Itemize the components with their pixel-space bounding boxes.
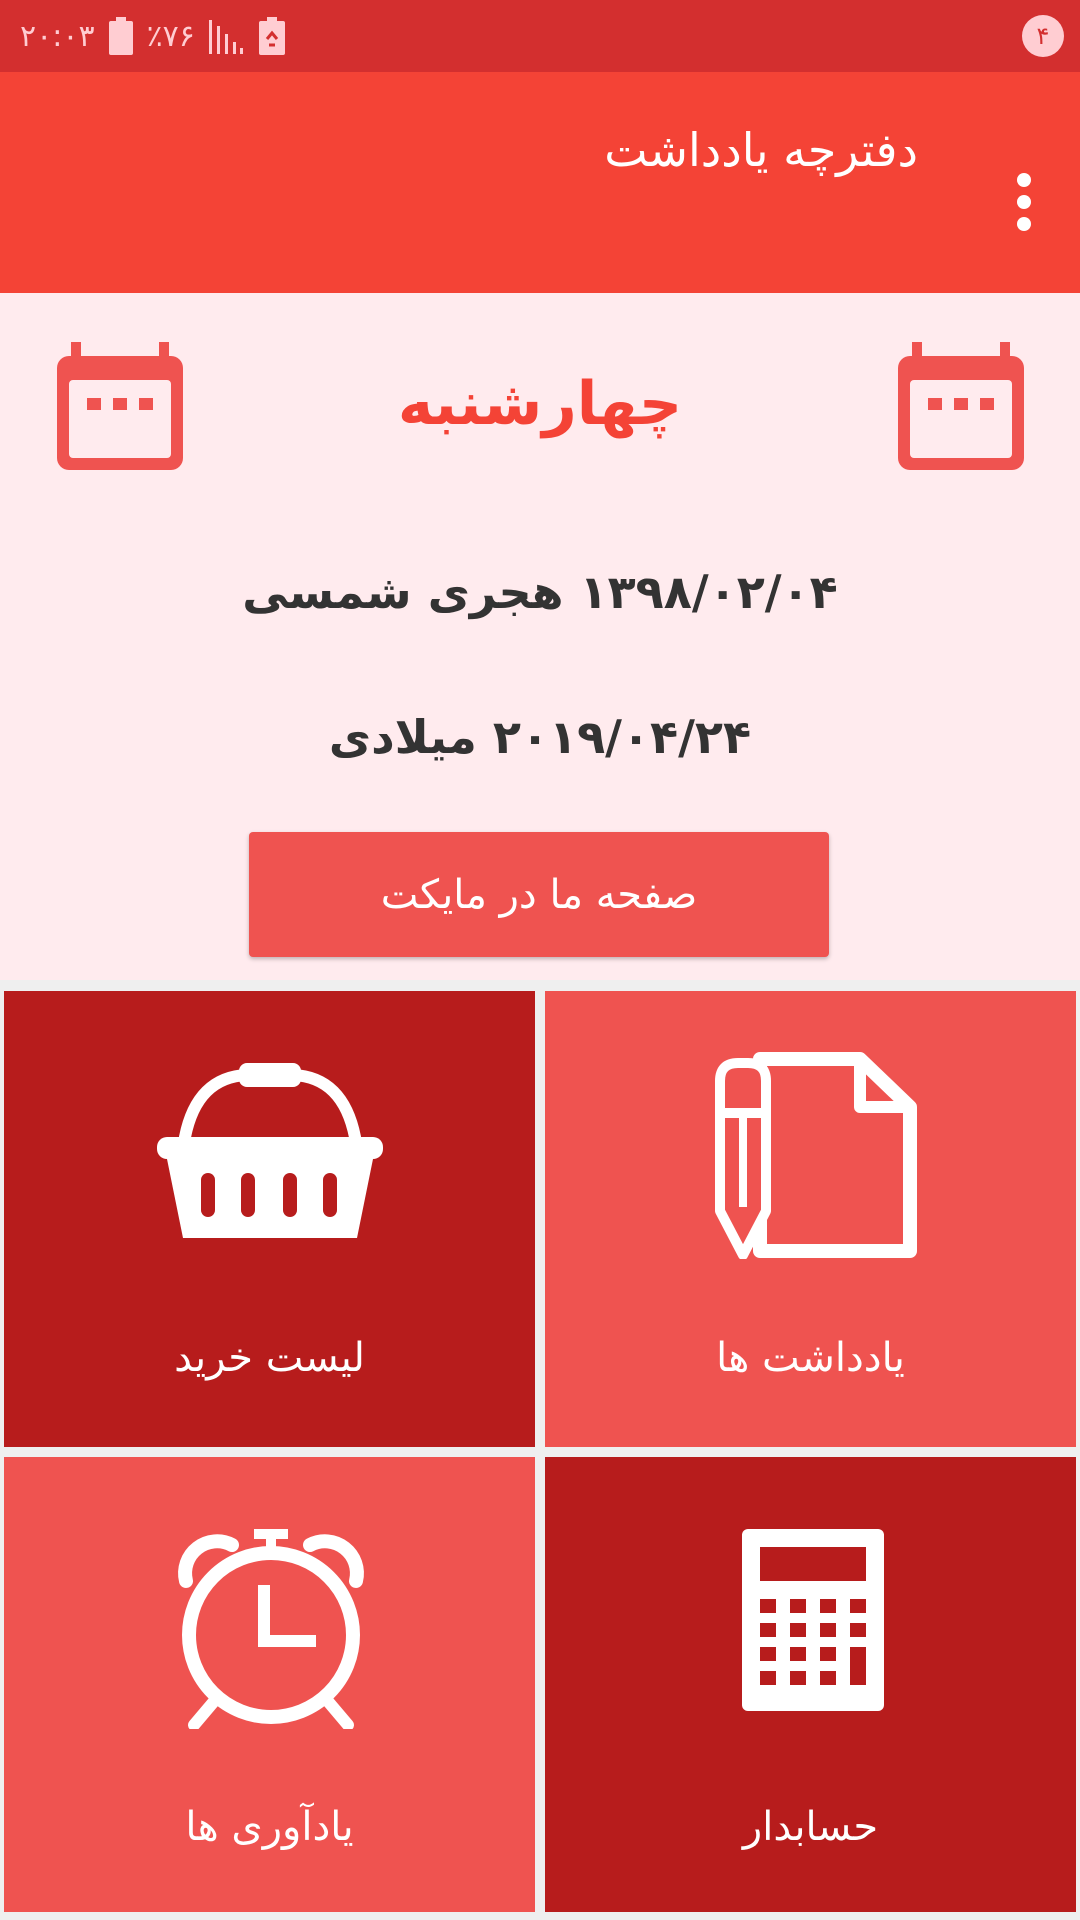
signal-icon <box>208 20 243 54</box>
notes-tile-label: یادداشت ها <box>716 1335 905 1381</box>
gregorian-date: ۲۰۱۹/۰۴/۲۴ میلادی <box>0 710 1080 764</box>
reminders-tile[interactable]: یادآوری ها <box>4 1457 535 1912</box>
notification-badge: ۴ <box>1022 15 1064 57</box>
more-vert-icon[interactable] <box>996 152 1052 252</box>
weekday-label: چهارشنبه <box>397 369 683 439</box>
shopping-basket-icon <box>157 1063 383 1238</box>
accountant-tile[interactable]: حسابدار <box>545 1457 1076 1912</box>
hijri-date-label: هجری شمسی <box>242 565 564 619</box>
shopping-list-tile-label: لیست خرید <box>174 1335 365 1381</box>
status-icons: ۲۰:۰۳ ٪۷۶ <box>20 0 285 72</box>
app-title: دفترچه یادداشت <box>604 123 918 177</box>
status-time: ۲۰:۰۳ <box>20 18 95 54</box>
myket-page-button[interactable]: صفحه ما در مایکت <box>249 832 829 957</box>
app-bar <box>0 72 1080 293</box>
battery-percent: ٪۷۶ <box>146 18 195 54</box>
gregorian-date-label: میلادی <box>328 710 477 764</box>
gregorian-date-value: ۲۰۱۹/۰۴/۲۴ <box>492 710 752 764</box>
battery-saver-icon <box>258 17 285 55</box>
alarm-clock-icon <box>178 1529 364 1729</box>
reminders-tile-label: یادآوری ها <box>185 1804 354 1850</box>
notes-tile[interactable]: یادداشت ها <box>545 991 1076 1447</box>
calculator-icon <box>742 1529 884 1711</box>
hijri-date-value: ۱۳۹۸/۰۲/۰۴ <box>579 565 838 619</box>
hijri-date: ۱۳۹۸/۰۲/۰۴ هجری شمسی <box>0 565 1080 619</box>
note-pencil-icon <box>715 1052 917 1259</box>
shopping-list-tile[interactable]: لیست خرید <box>4 991 535 1447</box>
status-bar: ۲۰:۰۳ ٪۷۶ ۴ <box>0 0 1080 72</box>
battery-icon <box>108 17 133 55</box>
accountant-tile-label: حسابدار <box>742 1804 879 1850</box>
